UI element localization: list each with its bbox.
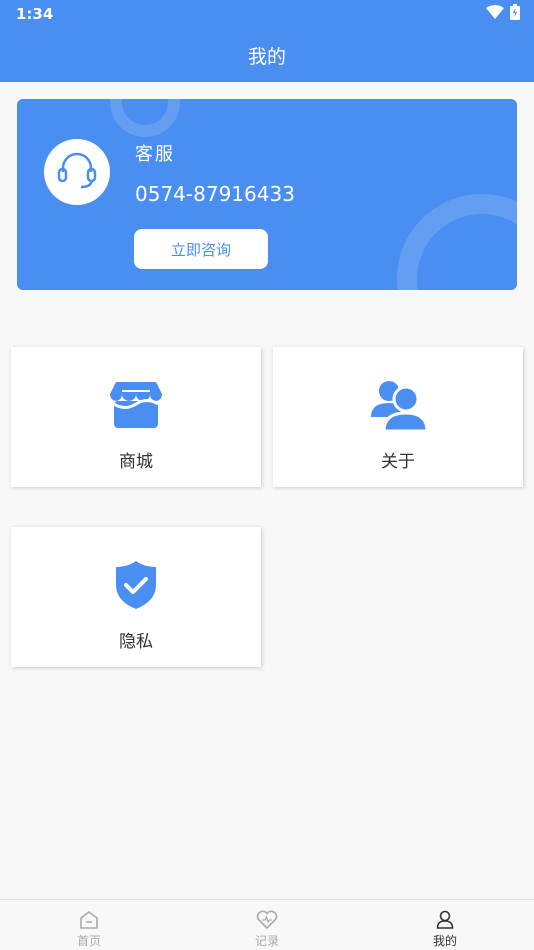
nav-label: 首页 xyxy=(76,934,101,948)
nav-label: 我的 xyxy=(432,934,457,948)
heart-icon xyxy=(256,910,278,930)
nav-label: 记录 xyxy=(254,934,279,948)
store-icon xyxy=(108,375,164,435)
service-phone[interactable]: 0574-87916433 xyxy=(135,182,295,206)
status-time: 1:34 xyxy=(16,5,54,23)
decorative-ring xyxy=(397,194,517,290)
wifi-icon xyxy=(486,5,504,19)
menu-tile-about[interactable]: 关于 xyxy=(273,347,523,487)
decorative-ring xyxy=(110,99,180,137)
user-icon xyxy=(435,910,455,930)
nav-item-mine[interactable]: 我的 xyxy=(356,900,534,950)
menu-tile-label: 隐私 xyxy=(119,632,153,652)
service-title: 客服 xyxy=(135,144,175,165)
home-icon xyxy=(79,910,99,930)
users-icon xyxy=(369,375,427,435)
page-title: 我的 xyxy=(247,46,286,68)
menu-tile-privacy[interactable]: 隐私 xyxy=(11,527,261,667)
app-header: 1:34 我的 xyxy=(0,0,534,82)
nav-item-home[interactable]: 首页 xyxy=(0,900,178,950)
customer-service-card: 客服 0574-87916433 立即咨询 xyxy=(17,99,517,290)
consult-now-button[interactable]: 立即咨询 xyxy=(134,229,268,269)
bottom-nav: 首页 记录 我的 xyxy=(0,899,534,950)
menu-tile-store[interactable]: 商城 xyxy=(11,347,261,487)
service-avatar xyxy=(44,139,110,205)
menu-tile-label: 关于 xyxy=(381,452,415,472)
battery-icon xyxy=(510,4,520,20)
menu-tile-label: 商城 xyxy=(119,452,153,472)
status-icons xyxy=(486,4,520,20)
headset-icon xyxy=(55,150,99,194)
nav-item-records[interactable]: 记录 xyxy=(178,900,356,950)
shield-check-icon xyxy=(114,555,158,615)
